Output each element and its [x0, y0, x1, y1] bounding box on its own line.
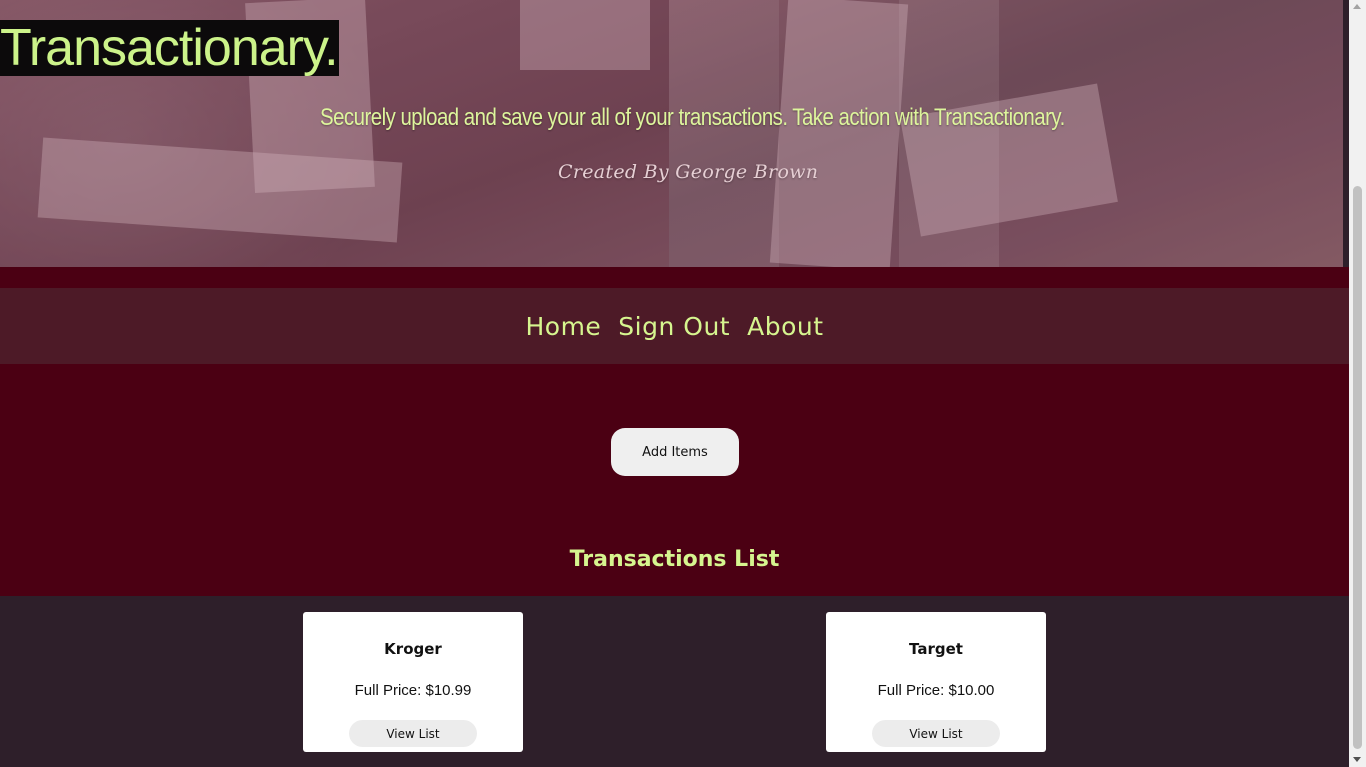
main-section: Add Items Transactions List: [0, 364, 1349, 596]
scrollbar-thumb[interactable]: [1353, 186, 1362, 749]
view-list-button[interactable]: View List: [872, 720, 1000, 747]
nav-home-link[interactable]: Home: [525, 312, 601, 341]
transaction-store-name: Target: [909, 640, 963, 658]
nav-sign-out-link[interactable]: Sign Out: [618, 312, 730, 341]
view-list-button[interactable]: View List: [349, 720, 477, 747]
transaction-full-price: Full Price: $10.00: [877, 682, 995, 699]
transactions-list: Kroger Full Price: $10.99 View List Targ…: [0, 596, 1349, 767]
hero-banner: Transactionary. Securely upload and save…: [0, 0, 1343, 267]
hero-credit: Created By George Brown: [558, 161, 819, 183]
vertical-scrollbar[interactable]: [1349, 0, 1366, 767]
transactions-list-heading: Transactions List: [569, 547, 780, 572]
hero-tagline: Securely upload and save your all of you…: [320, 104, 1065, 131]
site-logo-title: Transactionary.: [0, 19, 339, 77]
transaction-card: Kroger Full Price: $10.99 View List: [303, 612, 523, 752]
page: Transactionary. Securely upload and save…: [0, 0, 1349, 767]
main-nav: Home Sign Out About: [0, 288, 1349, 364]
add-items-button[interactable]: Add Items: [611, 428, 739, 476]
nav-about-link[interactable]: About: [747, 312, 823, 341]
transaction-card: Target Full Price: $10.00 View List: [826, 612, 1046, 752]
transaction-full-price: Full Price: $10.99: [354, 682, 472, 699]
scroll-up-arrow-icon[interactable]: [1353, 4, 1361, 9]
scroll-down-arrow-icon[interactable]: [1353, 757, 1361, 762]
transaction-store-name: Kroger: [384, 640, 442, 658]
